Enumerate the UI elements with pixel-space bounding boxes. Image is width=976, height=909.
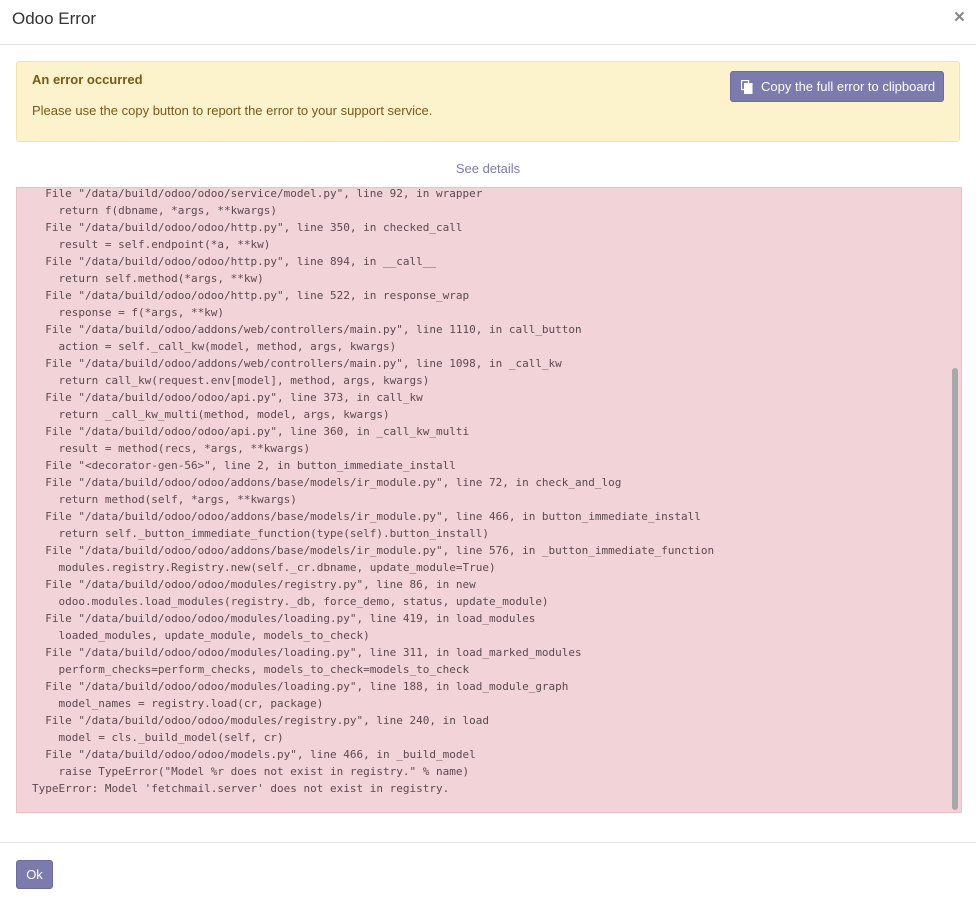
dialog-footer: Ok [0, 842, 976, 909]
traceback-line: return self._button_immediate_function(t… [32, 527, 489, 540]
dialog-header: Odoo Error × [0, 0, 976, 45]
clipboard-icon [741, 79, 753, 94]
traceback-line: File "/data/build/odoo/odoo/addons/base/… [32, 544, 715, 557]
traceback-text: File "/data/build/odoo/odoo/service/mode… [32, 187, 715, 797]
traceback-line: File "/data/build/odoo/odoo/api.py", lin… [32, 425, 470, 438]
traceback-line: return call_kw(request.env[model], metho… [32, 374, 430, 387]
alert-title: An error occurred [32, 72, 143, 87]
traceback-line: File "/data/build/odoo/addons/web/contro… [32, 323, 582, 336]
error-dialog: Odoo Error × An error occurred Please us… [0, 0, 976, 909]
copy-button-label: Copy the full error to clipboard [761, 79, 936, 94]
traceback-line: return f(dbname, *args, **kwargs) [32, 204, 278, 217]
traceback-line: return method(self, *args, **kwargs) [32, 493, 297, 506]
error-alert: An error occurred Please use the copy bu… [16, 61, 960, 142]
see-details-link[interactable]: See details [0, 161, 976, 176]
copy-error-button[interactable]: Copy the full error to clipboard [730, 71, 944, 102]
traceback-line: File "/data/build/odoo/odoo/service/mode… [32, 187, 483, 200]
traceback-line: raise TypeError("Model %r does not exist… [32, 765, 470, 778]
traceback-line: File "/data/build/odoo/odoo/http.py", li… [32, 255, 436, 268]
traceback-line: result = method(recs, *args, **kwargs) [32, 442, 311, 455]
traceback-line: File "/data/build/odoo/odoo/modules/regi… [32, 578, 476, 591]
traceback-line: File "/data/build/odoo/odoo/http.py", li… [32, 221, 463, 234]
traceback-line: File "/data/build/odoo/odoo/http.py", li… [32, 289, 470, 302]
traceback-line: return self.method(*args, **kw) [32, 272, 264, 285]
traceback-line: File "/data/build/odoo/addons/web/contro… [32, 357, 562, 370]
traceback-line: File "/data/build/odoo/odoo/modules/load… [32, 646, 582, 659]
traceback-line: model_names = registry.load(cr, package) [32, 697, 324, 710]
traceback-panel[interactable]: File "/data/build/odoo/odoo/service/mode… [16, 187, 962, 813]
ok-button[interactable]: Ok [16, 860, 53, 889]
traceback-line: model = cls._build_model(self, cr) [32, 731, 284, 744]
traceback-line: result = self.endpoint(*a, **kw) [32, 238, 271, 251]
traceback-line: File "/data/build/odoo/odoo/modules/regi… [32, 714, 489, 727]
scrollbar-thumb[interactable] [952, 368, 958, 810]
close-icon[interactable]: × [954, 8, 965, 27]
traceback-line: File "/data/build/odoo/odoo/api.py", lin… [32, 391, 423, 404]
traceback-line: File "<decorator-gen-56>", line 2, in bu… [32, 459, 456, 472]
traceback-line: File "/data/build/odoo/odoo/models.py", … [32, 748, 476, 761]
traceback-line: odoo.modules.load_modules(registry._db, … [32, 595, 549, 608]
traceback-line: action = self._call_kw(model, method, ar… [32, 340, 397, 353]
traceback-line: loaded_modules, update_module, models_to… [32, 629, 370, 642]
traceback-line: return _call_kw_multi(method, model, arg… [32, 408, 390, 421]
traceback-line: File "/data/build/odoo/odoo/addons/base/… [32, 476, 622, 489]
traceback-scrollbar[interactable] [951, 188, 959, 812]
traceback-line: perform_checks=perform_checks, models_to… [32, 663, 470, 676]
traceback-line: modules.registry.Registry.new(self._cr.d… [32, 561, 496, 574]
traceback-line: TypeError: Model 'fetchmail.server' does… [32, 782, 450, 795]
traceback-line: response = f(*args, **kw) [32, 306, 225, 319]
dialog-title: Odoo Error [12, 9, 97, 28]
traceback-line: File "/data/build/odoo/odoo/addons/base/… [32, 510, 701, 523]
traceback-line: File "/data/build/odoo/odoo/modules/load… [32, 680, 569, 693]
traceback-line: File "/data/build/odoo/odoo/modules/load… [32, 612, 536, 625]
alert-message: Please use the copy button to report the… [32, 103, 433, 118]
